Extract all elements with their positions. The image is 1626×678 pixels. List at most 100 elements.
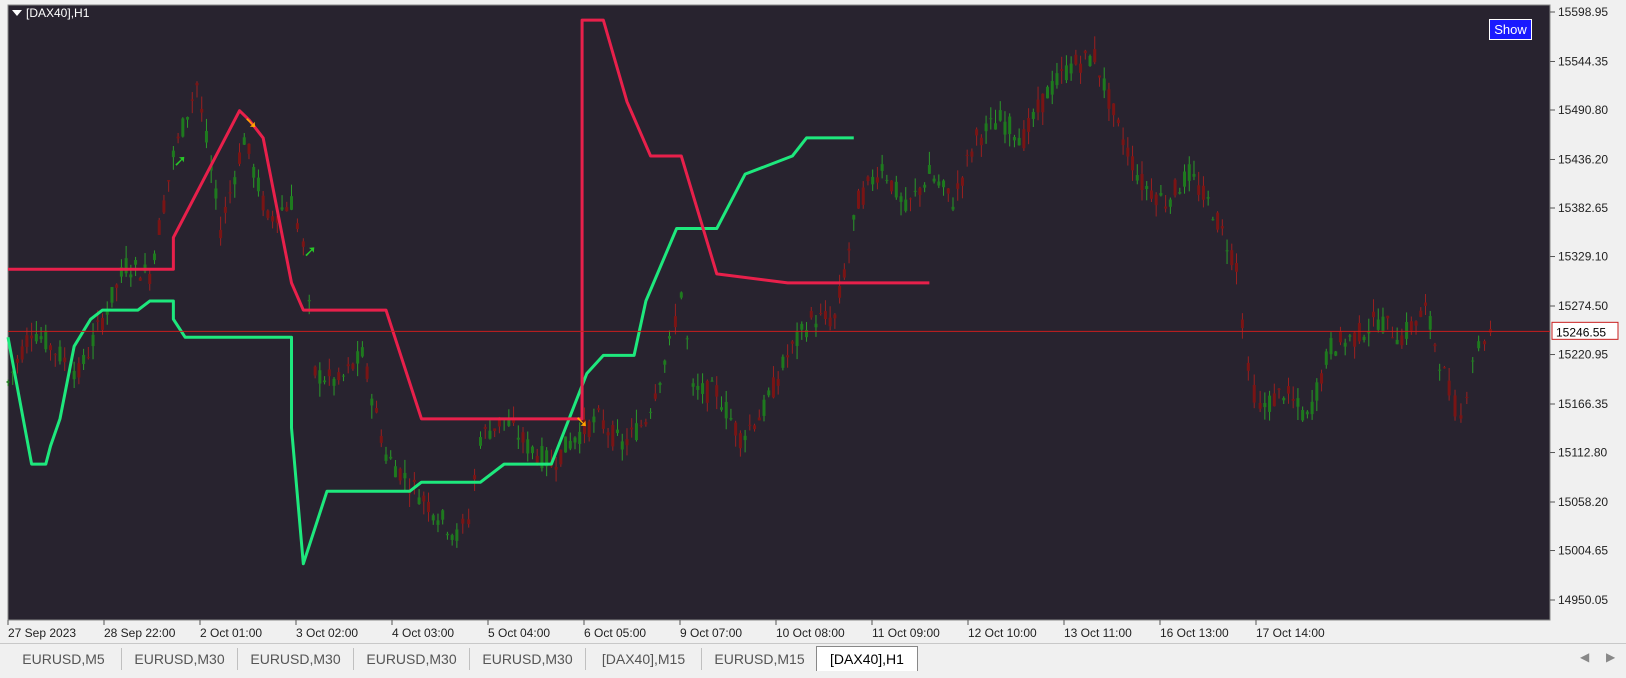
- candle-body: [49, 345, 53, 351]
- candle-body: [228, 192, 232, 194]
- candle-body: [360, 347, 364, 357]
- candle-body: [1131, 156, 1135, 171]
- tab-eurusd-m30-3[interactable]: EURUSD,M30: [354, 648, 470, 670]
- candle-body: [223, 206, 227, 213]
- candle-body: [786, 355, 790, 358]
- y-tick-label: 15329.10: [1558, 250, 1608, 264]
- candle-body: [124, 258, 128, 274]
- candle-body: [1409, 321, 1413, 331]
- candle-body: [559, 449, 563, 465]
- candle-body: [445, 533, 449, 536]
- candle-body: [630, 427, 634, 430]
- candle-body: [673, 316, 677, 328]
- candle-body: [1102, 78, 1106, 91]
- candle-body: [1031, 112, 1035, 119]
- y-tick-label: 15382.65: [1558, 201, 1608, 215]
- x-tick-label: 9 Oct 07:00: [680, 626, 742, 640]
- candle-body: [653, 393, 657, 399]
- candle-body: [956, 183, 960, 189]
- show-button[interactable]: Show: [1489, 19, 1532, 40]
- candle-body: [507, 419, 511, 426]
- candle-body: [819, 312, 823, 314]
- scroll-right-icon[interactable]: ▶: [1606, 650, 1615, 664]
- candle-body: [346, 364, 350, 367]
- y-tick-label: 15220.95: [1558, 348, 1608, 362]
- candle-body: [1178, 192, 1182, 194]
- candle-body: [1357, 323, 1361, 342]
- candle-body: [327, 369, 331, 377]
- candle-body: [307, 299, 311, 302]
- tab-eurusd-m15[interactable]: EURUSD,M15: [702, 648, 818, 670]
- candle-body: [1027, 117, 1031, 132]
- candle-body: [252, 166, 256, 178]
- candle-body: [828, 317, 832, 327]
- candle-body: [247, 143, 251, 154]
- candle-body: [337, 372, 341, 381]
- candle-body: [53, 354, 57, 356]
- candle-body: [493, 428, 497, 431]
- candle-body: [685, 338, 689, 340]
- y-tick-label: 14950.05: [1558, 593, 1608, 607]
- candle-body: [1471, 360, 1475, 362]
- candle-body: [842, 269, 846, 278]
- candle-body: [1003, 121, 1007, 135]
- tab-dax40-h1[interactable]: [DAX40],H1: [816, 646, 918, 671]
- candle-body: [1405, 322, 1409, 339]
- candle-body: [1362, 336, 1366, 341]
- candle-body: [847, 248, 851, 251]
- candle-body: [568, 440, 572, 449]
- candle-body: [606, 432, 610, 436]
- candle-body: [204, 130, 208, 143]
- candle-body: [1386, 315, 1390, 319]
- candle-body: [1258, 402, 1262, 409]
- candle-body: [351, 363, 355, 369]
- scroll-left-icon[interactable]: ◀: [1580, 650, 1589, 664]
- x-tick-label: 13 Oct 11:00: [1064, 626, 1132, 640]
- candle-body: [923, 184, 927, 188]
- candle-body: [1315, 382, 1319, 401]
- tab-eurusd-m30-1[interactable]: EURUSD,M30: [122, 648, 238, 670]
- candle-body: [738, 433, 742, 449]
- candle-body: [483, 426, 487, 429]
- candle-body: [578, 431, 582, 444]
- tab-eurusd-m30-2[interactable]: EURUSD,M30: [238, 648, 354, 670]
- candle-body: [530, 446, 534, 454]
- candle-body: [710, 380, 714, 382]
- candle-body: [1428, 316, 1432, 330]
- tab-dax40-m15[interactable]: [DAX40],M15: [586, 648, 702, 670]
- candle-body: [20, 346, 24, 360]
- candle-body: [1395, 339, 1399, 345]
- candle-body: [1286, 386, 1290, 394]
- candle-body: [30, 335, 34, 339]
- candle-body: [833, 314, 837, 319]
- tab-eurusd-m30-4[interactable]: EURUSD,M30: [470, 648, 586, 670]
- symbol-label: [DAX40],H1: [26, 6, 90, 20]
- candle-body: [946, 188, 950, 194]
- candle-body: [1012, 136, 1016, 141]
- candle-body: [1064, 65, 1068, 81]
- candle-body: [1246, 362, 1250, 371]
- candle-body: [1079, 63, 1083, 73]
- candle-body: [1046, 86, 1049, 99]
- candle-body: [389, 456, 393, 459]
- candle-body: [1277, 388, 1281, 390]
- tab-eurusd-m5[interactable]: EURUSD,M5: [6, 648, 122, 670]
- candle-body: [965, 154, 969, 156]
- candle-body: [885, 179, 889, 181]
- candle-body: [365, 366, 369, 379]
- candle-body: [1263, 402, 1267, 408]
- candle-body: [679, 292, 683, 298]
- candle-body: [1050, 81, 1054, 95]
- candle-body: [975, 129, 979, 136]
- candle-body: [313, 366, 317, 376]
- candle-body: [1187, 164, 1191, 181]
- candle-body: [157, 220, 161, 235]
- candle-body: [616, 429, 620, 434]
- candle-body: [696, 385, 700, 390]
- candle-body: [398, 468, 402, 481]
- buy-signal-icon: ➚: [173, 151, 186, 170]
- candle-body: [1424, 302, 1427, 306]
- candle-body: [1008, 116, 1012, 135]
- candle-body: [436, 520, 440, 525]
- chart-area[interactable]: ➚ ➘ ➚ ➘ 15598.95 15544.35 15490.80 15436.20 1538…: [0, 0, 1626, 643]
